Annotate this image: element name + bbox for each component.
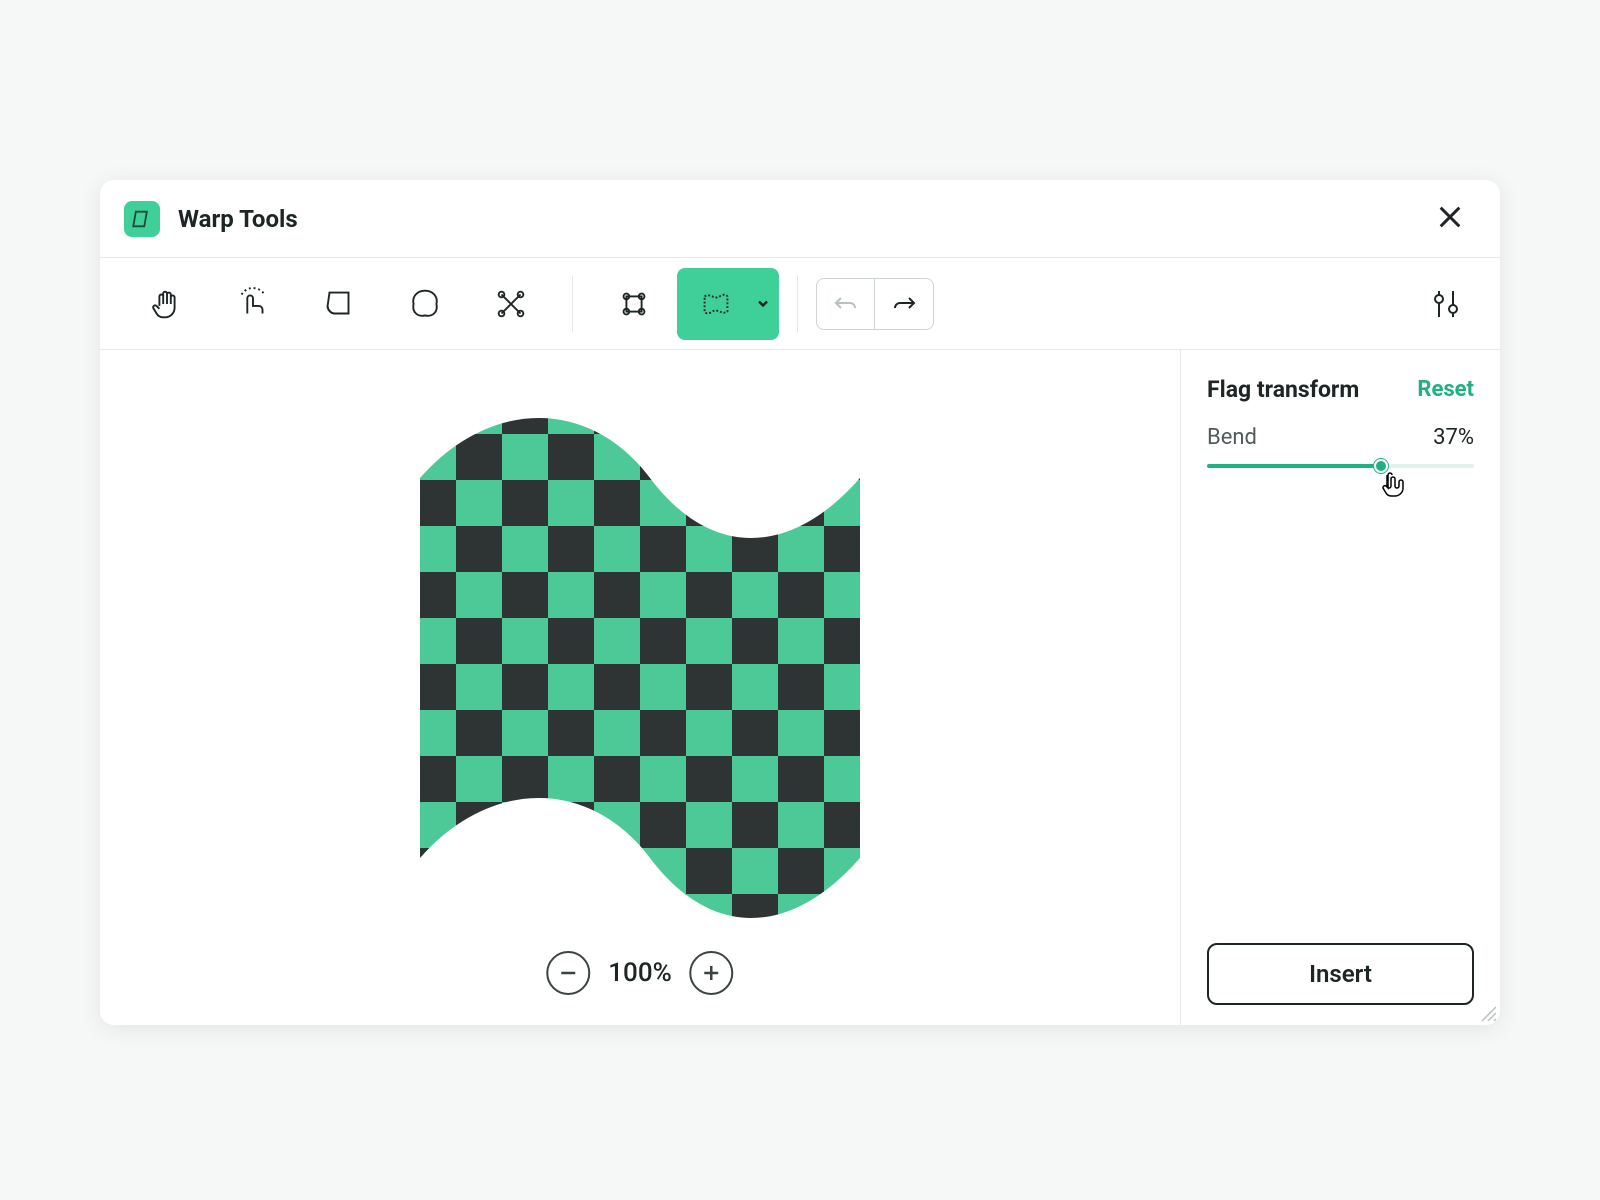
minus-icon <box>558 963 578 983</box>
content-area: 100% Flag transform Reset Bend 37% <box>100 350 1500 1025</box>
finger-warp-icon <box>234 285 272 323</box>
insert-button[interactable]: Insert <box>1207 943 1474 1005</box>
hand-icon <box>148 285 186 323</box>
toolbar-right <box>1416 274 1476 334</box>
warp-tool-button[interactable] <box>210 268 296 340</box>
undo-icon <box>833 294 859 314</box>
plus-icon <box>702 963 722 983</box>
titlebar: Warp Tools <box>100 180 1500 258</box>
cursor-pointer-icon <box>1377 470 1405 498</box>
toolbar <box>100 258 1500 350</box>
panel-header: Flag transform Reset <box>1207 376 1474 403</box>
history-group <box>816 278 934 330</box>
flag-icon <box>697 285 735 323</box>
properties-panel: Flag transform Reset Bend 37% Insert <box>1180 350 1500 1025</box>
flag-tool-dropdown[interactable] <box>757 294 769 313</box>
zoom-in-button[interactable] <box>690 951 734 995</box>
app-icon <box>124 201 160 237</box>
fold-tool-button[interactable] <box>296 268 382 340</box>
resize-handle[interactable] <box>1478 1003 1496 1021</box>
undo-button[interactable] <box>817 279 875 329</box>
tool-group-b <box>591 268 779 340</box>
title-left: Warp Tools <box>124 201 298 237</box>
blob-tool-button[interactable] <box>382 268 468 340</box>
sliders-icon <box>1429 287 1463 321</box>
blob-icon <box>406 285 444 323</box>
redo-icon <box>891 294 917 314</box>
close-icon <box>1436 203 1464 231</box>
slider-thumb[interactable] <box>1374 459 1388 473</box>
reset-button[interactable]: Reset <box>1417 377 1474 402</box>
warp-tools-window: Warp Tools <box>100 180 1500 1025</box>
toolbar-divider <box>797 276 798 332</box>
bend-value: 37% <box>1433 425 1474 450</box>
panel-footer: Insert <box>1207 943 1474 1005</box>
resize-grip-icon <box>1478 1003 1496 1021</box>
bend-slider[interactable] <box>1207 464 1474 468</box>
bend-slider-row: Bend 37% <box>1207 425 1474 450</box>
bend-label: Bend <box>1207 425 1257 450</box>
panel-title: Flag transform <box>1207 376 1359 403</box>
pan-tool-button[interactable] <box>124 268 210 340</box>
mesh-icon <box>615 285 653 323</box>
scissors-cross-icon <box>492 285 530 323</box>
toolbar-divider <box>572 276 573 332</box>
adjustments-button[interactable] <box>1416 274 1476 334</box>
chevron-down-icon <box>757 297 769 309</box>
warped-checker-preview <box>410 388 870 948</box>
undo-redo-group <box>816 278 934 330</box>
zoom-controls: 100% <box>546 951 733 995</box>
canvas[interactable]: 100% <box>100 350 1180 1025</box>
redo-button[interactable] <box>875 279 933 329</box>
zoom-level: 100% <box>608 958 671 988</box>
fold-icon <box>320 285 358 323</box>
window-title: Warp Tools <box>178 205 298 233</box>
crop-tool-button[interactable] <box>468 268 554 340</box>
flag-tool-button[interactable] <box>677 268 779 340</box>
warp-app-glyph-icon <box>131 208 153 230</box>
mesh-tool-button[interactable] <box>591 268 677 340</box>
close-button[interactable] <box>1428 195 1472 243</box>
tool-group-a <box>124 268 554 340</box>
slider-fill <box>1207 464 1381 468</box>
zoom-out-button[interactable] <box>546 951 590 995</box>
